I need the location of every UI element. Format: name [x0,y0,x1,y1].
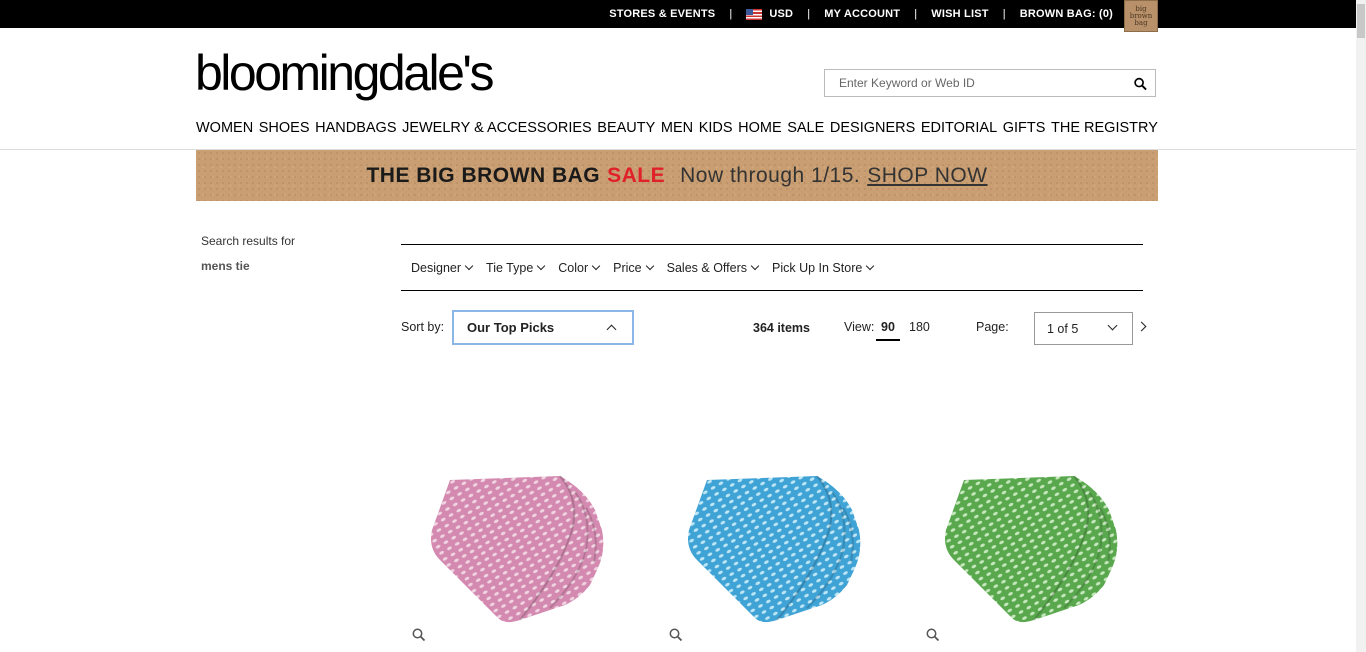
promo-banner[interactable]: THE BIG BROWN BAG SALE Now through 1/15.… [196,150,1158,201]
nav-item-women[interactable]: WOMEN [196,120,253,136]
filter-label: Designer [411,260,462,275]
nav-item-designers[interactable]: DESIGNERS [830,120,915,136]
view-180-option[interactable]: 180 [909,320,930,334]
filter-label: Color [558,260,589,275]
filter-bar: Designer Tie Type Color Price Sales & Offers… [401,244,1143,291]
page-selected: 1 of 5 [1047,322,1079,336]
view-90-option[interactable]: 90 [876,320,900,341]
chevron-down-icon [537,261,546,270]
next-page-chevron-right-icon[interactable] [1136,321,1147,332]
nav-item-gifts[interactable]: GIFTS [1003,120,1046,136]
product-image[interactable] [410,470,610,630]
nav-item-home[interactable]: HOME [738,120,782,136]
filter-designer[interactable]: Designer [411,260,474,275]
banner-shop-now-link[interactable]: SHOP NOW [867,164,987,188]
nav-item-the-registry[interactable]: THE REGISTRY [1051,120,1158,136]
product-card[interactable] [410,470,610,640]
nav-item-jewelry-accessories[interactable]: JEWELRY & ACCESSORIES [402,120,592,136]
nav-item-handbags[interactable]: HANDBAGS [315,120,396,136]
banner-title: THE BIG BROWN BAG [366,163,601,187]
separator: | [729,8,733,20]
bag-icon-text: big brown bag [1129,5,1153,27]
filter-label: Sales & Offers [666,260,747,275]
filter-label: Tie Type [486,260,534,275]
brown-bag-link[interactable]: BROWN BAG: (0) [1020,8,1113,20]
filter-pick-up-in-store[interactable]: Pick Up In Store [772,260,875,275]
filter-sales-offers[interactable]: Sales & Offers [666,260,760,275]
sort-selected: Our Top Picks [467,320,555,335]
nav-item-sale[interactable]: SALE [787,120,824,136]
banner-dates: Now through 1/15. [680,163,861,187]
banner-sale: SALE [607,163,666,187]
stores-events-link[interactable]: STORES & EVENTS [609,8,715,20]
zoom-icon[interactable] [412,628,426,642]
product-image[interactable] [924,470,1124,630]
filter-color[interactable]: Color [558,260,601,275]
chevron-down-icon [1107,320,1118,331]
scrollbar-thumb[interactable] [1357,4,1365,38]
currency-selector[interactable]: USD [746,8,793,20]
page-dropdown[interactable]: 1 of 5 [1034,312,1133,345]
page-label: Page: [976,320,1009,334]
product-image[interactable] [667,470,867,630]
separator: | [807,8,811,20]
nav-item-kids[interactable]: KIDS [699,120,733,136]
nav-item-men[interactable]: MEN [661,120,693,136]
utility-links: STORES & EVENTS | USD | MY ACCOUNT | WIS… [609,0,1113,28]
search-icon[interactable] [1134,77,1147,91]
chevron-down-icon [866,261,875,270]
brown-bag-icon[interactable]: big brown bag [1124,0,1158,32]
main-nav: WOMEN SHOES HANDBAGS JEWELRY & ACCESSORIES B… [196,120,1158,136]
sort-label: Sort by: [401,320,445,334]
nav-item-editorial[interactable]: EDITORIAL [921,120,997,136]
chevron-down-icon [645,261,654,270]
separator: | [914,8,918,20]
nav-item-beauty[interactable]: BEAUTY [597,120,655,136]
filter-tie-type[interactable]: Tie Type [486,260,546,275]
search-input[interactable] [825,70,1115,96]
wish-list-link[interactable]: WISH LIST [931,8,988,20]
chevron-down-icon [464,261,474,270]
zoom-icon[interactable] [669,628,683,642]
filter-label: Price [613,260,642,275]
scrollbar[interactable] [1356,0,1366,652]
item-count: 364 items [753,321,810,335]
nav-item-shoes[interactable]: SHOES [259,120,310,136]
separator: | [1002,8,1006,20]
flag-us-icon [746,8,763,20]
filter-price[interactable]: Price [613,260,654,275]
site-logo[interactable]: bloomingdale's [195,44,494,102]
product-card[interactable] [667,470,867,640]
chevron-down-icon [591,261,601,270]
view-label: View: [844,320,875,334]
chevron-down-icon [750,261,760,270]
my-account-link[interactable]: MY ACCOUNT [824,8,900,20]
search-results-label: Search results for [201,234,296,248]
search-box [824,69,1156,97]
currency-label: USD [769,8,794,20]
search-term: mens tie [201,259,250,273]
zoom-icon[interactable] [926,628,940,642]
sort-dropdown[interactable]: Our Top Picks [452,310,634,345]
filter-label: Pick Up In Store [772,260,863,275]
product-card[interactable] [924,470,1124,640]
chevron-up-icon [606,324,617,335]
